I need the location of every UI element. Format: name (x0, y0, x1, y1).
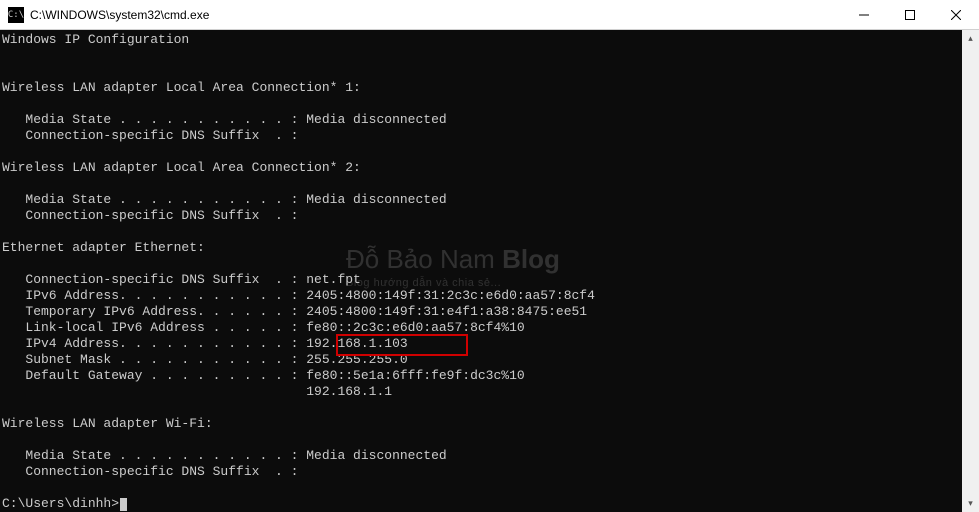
terminal-line: Wireless LAN adapter Local Area Connecti… (2, 160, 979, 176)
terminal-line: 192.168.1.1 (2, 384, 979, 400)
terminal-line: Media State . . . . . . . . . . . : Medi… (2, 192, 979, 208)
terminal-line (2, 48, 979, 64)
terminal-line: IPv4 Address. . . . . . . . . . . : 192.… (2, 336, 979, 352)
terminal-line: Subnet Mask . . . . . . . . . . . : 255.… (2, 352, 979, 368)
terminal-line: Connection-specific DNS Suffix . : (2, 208, 979, 224)
scrollbar-down-icon[interactable]: ▾ (962, 495, 979, 512)
terminal-line: C:\Users\dinhh> (2, 496, 979, 512)
terminal-line: IPv6 Address. . . . . . . . . . . : 2405… (2, 288, 979, 304)
terminal-line: Temporary IPv6 Address. . . . . . : 2405… (2, 304, 979, 320)
close-icon (951, 10, 961, 20)
terminal-line: Default Gateway . . . . . . . . . : fe80… (2, 368, 979, 384)
window-title: C:\WINDOWS\system32\cmd.exe (30, 8, 841, 22)
scrollbar-up-icon[interactable]: ▴ (962, 30, 979, 47)
minimize-button[interactable] (841, 0, 887, 29)
cmd-window: C:\ C:\WINDOWS\system32\cmd.exe Windows … (0, 0, 979, 512)
terminal-line: Link-local IPv6 Address . . . . . : fe80… (2, 320, 979, 336)
terminal-line: Connection-specific DNS Suffix . : (2, 128, 979, 144)
cursor (120, 498, 127, 511)
terminal-line (2, 176, 979, 192)
terminal-line (2, 480, 979, 496)
terminal-line: Wireless LAN adapter Wi-Fi: (2, 416, 979, 432)
terminal-line (2, 144, 979, 160)
cmd-icon: C:\ (8, 7, 24, 23)
terminal-line: Media State . . . . . . . . . . . : Medi… (2, 448, 979, 464)
scrollbar[interactable]: ▴ ▾ (962, 30, 979, 512)
close-button[interactable] (933, 0, 979, 29)
minimize-icon (859, 10, 869, 20)
terminal-line: Windows IP Configuration (2, 32, 979, 48)
terminal-line (2, 64, 979, 80)
terminal-line (2, 96, 979, 112)
maximize-button[interactable] (887, 0, 933, 29)
window-controls (841, 0, 979, 29)
titlebar[interactable]: C:\ C:\WINDOWS\system32\cmd.exe (0, 0, 979, 30)
terminal-line (2, 224, 979, 240)
terminal-line (2, 400, 979, 416)
terminal-line: Connection-specific DNS Suffix . : net.f… (2, 272, 979, 288)
terminal-line: Media State . . . . . . . . . . . : Medi… (2, 112, 979, 128)
terminal-line: Ethernet adapter Ethernet: (2, 240, 979, 256)
terminal-line (2, 256, 979, 272)
maximize-icon (905, 10, 915, 20)
terminal-line (2, 432, 979, 448)
terminal-line: Connection-specific DNS Suffix . : (2, 464, 979, 480)
terminal-line: Wireless LAN adapter Local Area Connecti… (2, 80, 979, 96)
terminal-output[interactable]: Windows IP Configuration Wireless LAN ad… (0, 30, 979, 512)
